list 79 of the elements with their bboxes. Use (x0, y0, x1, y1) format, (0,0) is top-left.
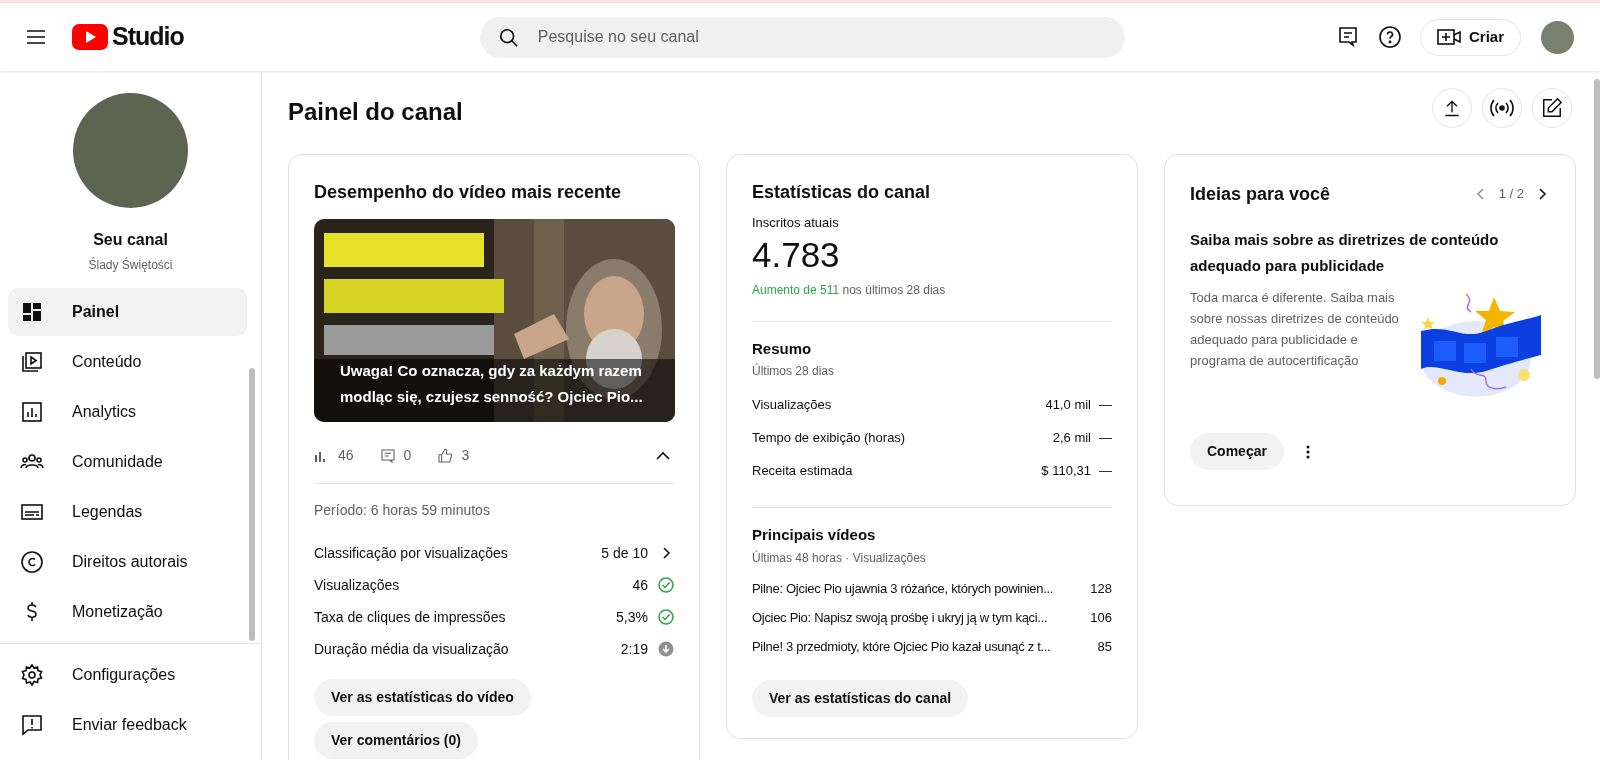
scrollbar-thumb[interactable] (1594, 79, 1600, 379)
page-title: Painel do canal (288, 97, 463, 127)
nav-item[interactable]: Analytics (8, 388, 247, 436)
subscribers-count: 4.783 (752, 233, 841, 276)
section-title: Principais vídeos (752, 525, 877, 545)
help-icon[interactable] (1377, 25, 1402, 49)
search-icon[interactable] (497, 26, 520, 49)
search-field[interactable]: Pesquise no seu canal (479, 16, 1125, 58)
upload-icon (1442, 98, 1462, 118)
comment-icon (379, 447, 396, 464)
nav-item[interactable]: Comunidade (8, 438, 247, 486)
stat-label: Tempo de exibição (horas) (752, 428, 906, 447)
views-count: 46 (338, 446, 354, 465)
idea-heading: Saiba mais sobre as diretrizes de conteúdo adequado para publicidade (1190, 230, 1500, 276)
nav-item[interactable]: Legendas (8, 488, 247, 536)
metric-label: Classificação por visualizações (314, 543, 508, 563)
stat-label: Receita estimada (752, 461, 853, 480)
check-circle-icon (658, 609, 674, 625)
views-value: 106 (1090, 609, 1112, 628)
subscriber-change: Aumento de 511 nos últimos 28 dias (752, 280, 1112, 322)
check-circle-icon (658, 577, 674, 593)
start-button[interactable]: Começar (1190, 433, 1284, 470)
channel-stats-button[interactable]: Ver as estatísticas do canal (752, 679, 969, 717)
arrow-down-circle-icon (658, 641, 674, 657)
metric-value: 46 (632, 575, 648, 595)
trend-value: — (1099, 461, 1112, 480)
video-library-icon (20, 350, 44, 374)
section-title: Resumo (752, 338, 813, 359)
metric-value: 5,3% (616, 607, 648, 627)
scrollbar-thumb[interactable] (249, 368, 255, 641)
card-title: Desempenho do vídeo mais recente (314, 181, 623, 204)
section-subtitle: Últimos 28 dias (752, 362, 836, 380)
copyright-icon (20, 550, 44, 574)
metric-label: Visualizações (314, 575, 400, 595)
video-stats-button[interactable]: Ver comentários (0) (314, 722, 478, 759)
metric-label: Taxa de cliques de impressões (314, 607, 506, 627)
nav-item[interactable]: Enviar feedback (8, 700, 261, 750)
video-stats-button[interactable]: Ver as estatísticas do vídeo (314, 679, 531, 716)
stat-label: Visualizações (752, 395, 832, 414)
metric-value: 2:19 (620, 639, 648, 659)
video-link[interactable]: Ojciec Pio: Napisz swoją prośbę i ukryj ją w tym kąci... (752, 608, 1048, 628)
stat-value: $ 110,31 (1041, 461, 1091, 480)
stat-value: 2,6 mil (1052, 428, 1091, 447)
trend-value: — (1099, 428, 1112, 447)
bar-chart-icon (20, 400, 44, 424)
thumbs-up-icon (437, 447, 454, 464)
video-link[interactable]: Pilne: Ojciec Pio ujawnia 3 różańce, których powinien... (752, 579, 1054, 599)
broadcast-icon (1490, 98, 1514, 118)
play-logo-icon (72, 24, 108, 50)
trend-value: — (1099, 395, 1112, 414)
views-value: 85 (1097, 638, 1112, 657)
nav-item[interactable]: Painel (8, 288, 247, 336)
nav-item[interactable]: Direitos autorais (8, 538, 247, 586)
comments-count: 0 (403, 446, 412, 465)
video-add-icon (1436, 27, 1461, 47)
avatar[interactable] (1541, 20, 1574, 54)
metric-label: Duração média da visualização (314, 639, 509, 659)
nav-item[interactable]: Monetização (8, 588, 247, 636)
channel-label: Seu canal (93, 230, 168, 250)
settings-icon (20, 663, 44, 687)
pager-text: 1 / 2 (1498, 185, 1524, 204)
views-value: 128 (1090, 580, 1112, 599)
metric-value: 5 de 10 (601, 543, 648, 563)
stat-value: 41,0 mil (1045, 395, 1091, 414)
card-title: Ideias para você (1190, 182, 1331, 206)
feedback-icon (20, 713, 44, 737)
logo-text: Studio (112, 21, 184, 53)
idea-text: Toda marca é diferente. Saiba mais sobre nossas diretrizes de conteúdo adequado para publicidade e programa de autocertificação (1190, 289, 1400, 370)
subscribers-label: Inscritos atuais (752, 214, 840, 232)
video-link[interactable]: Pilne! 3 przedmioty, które Ojciec Pio kazał usunąć z t... (752, 637, 1051, 657)
edit-icon (1541, 97, 1563, 119)
nav-item[interactable]: Configurações (8, 650, 261, 700)
dashboard-icon (20, 300, 44, 324)
card-title: Estatísticas do canal (752, 181, 932, 204)
nav-item[interactable]: Conteúdo (8, 338, 247, 386)
likes-count: 3 (461, 446, 470, 465)
period-text: Período: 6 horas 59 minutos (314, 501, 491, 520)
channel-name: Ślady Świętości (88, 256, 173, 274)
section-subtitle: Últimas 48 horas · Visualizações (752, 549, 927, 567)
